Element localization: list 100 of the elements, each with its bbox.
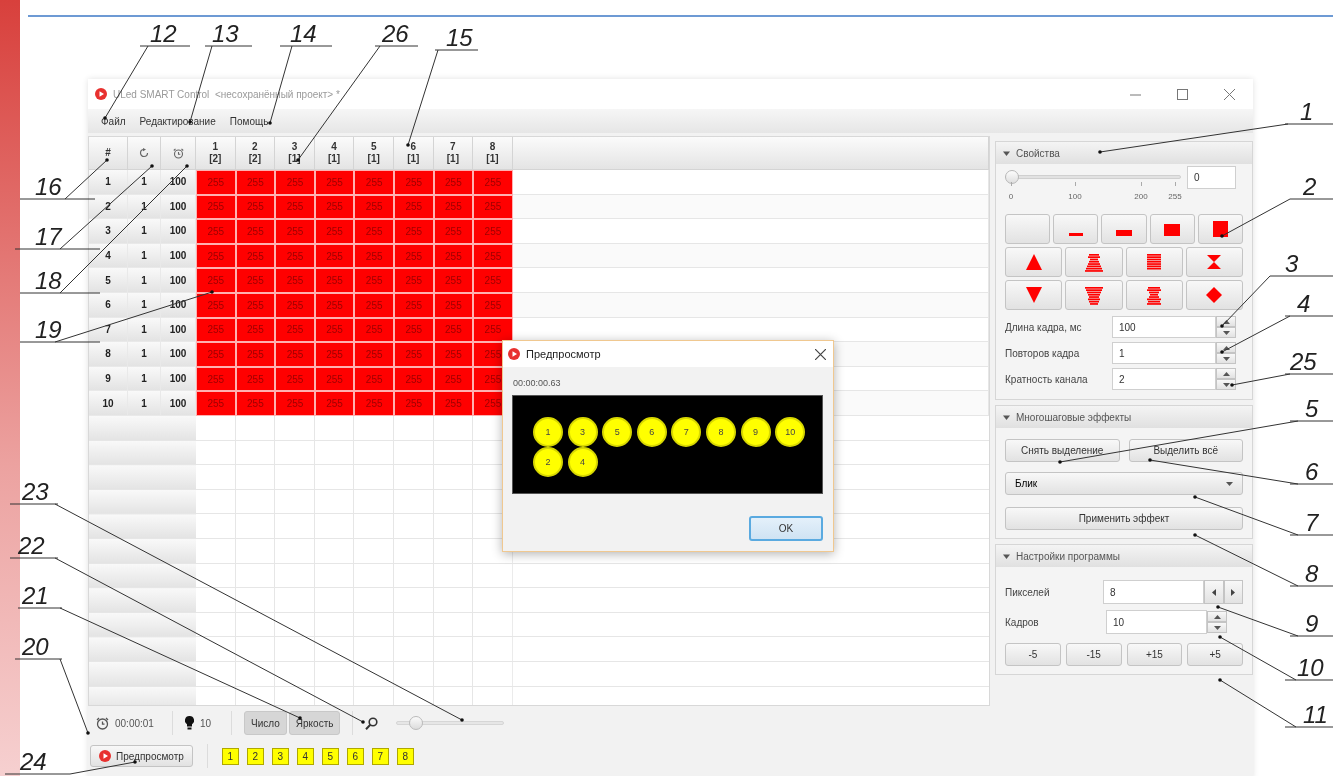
led-cell[interactable]: 255 xyxy=(433,170,474,195)
led-cell[interactable]: 255 xyxy=(354,219,394,244)
led-cell[interactable]: 255 xyxy=(275,243,315,269)
led-cell[interactable]: 255 xyxy=(275,194,315,220)
led-cell[interactable]: 255 xyxy=(433,219,474,244)
value-field[interactable]: 0 xyxy=(1187,166,1236,189)
led-cell[interactable]: 255 xyxy=(196,170,236,195)
selection-button[interactable]: Снять выделение xyxy=(1005,439,1120,462)
led-cell[interactable]: 255 xyxy=(314,391,355,416)
led-cell[interactable]: 255 xyxy=(196,366,236,392)
number-field[interactable]: 1 xyxy=(1112,342,1216,364)
pattern-button[interactable] xyxy=(1185,247,1243,277)
led-cell[interactable]: 255 xyxy=(314,219,355,244)
pattern-button[interactable] xyxy=(1149,214,1195,244)
led-cell[interactable]: 255 xyxy=(275,292,315,318)
led-cell[interactable]: 255 xyxy=(393,268,434,293)
led-cell[interactable]: 255 xyxy=(196,317,236,343)
slider-thumb[interactable] xyxy=(408,716,423,730)
led-cell[interactable]: 255 xyxy=(196,268,236,293)
led-cell[interactable]: 255 xyxy=(473,219,513,244)
channel-chip[interactable]: 1 xyxy=(221,747,239,765)
led-cell[interactable]: 255 xyxy=(314,268,355,293)
spin-up-button[interactable] xyxy=(1207,611,1227,622)
led-cell[interactable]: 255 xyxy=(314,170,355,195)
selection-button[interactable]: Выделить всё xyxy=(1128,439,1243,462)
channel-header[interactable]: 7 [1] xyxy=(433,137,474,170)
channel-chip[interactable]: 5 xyxy=(321,747,339,765)
led-cell[interactable]: 255 xyxy=(473,194,513,220)
spin-up-button[interactable] xyxy=(1216,368,1236,379)
pattern-button[interactable] xyxy=(1197,214,1243,244)
pattern-button[interactable] xyxy=(1125,247,1183,277)
effect-dropdown[interactable]: Блик xyxy=(1005,472,1243,495)
menu-item[interactable]: Помощь xyxy=(222,115,276,127)
spin-down-button[interactable] xyxy=(1216,379,1236,390)
number-field[interactable]: 100 xyxy=(1112,316,1216,338)
channel-header[interactable]: 3 [1] xyxy=(275,137,315,170)
frame-step-button[interactable]: -15 xyxy=(1065,643,1122,666)
led-cell[interactable]: 255 xyxy=(393,391,434,416)
channel-header[interactable]: 6 [1] xyxy=(393,137,434,170)
increment-button[interactable] xyxy=(1223,580,1243,604)
section-header[interactable]: Настройки программы xyxy=(996,545,1252,567)
led-cell[interactable]: 255 xyxy=(196,292,236,318)
led-cell[interactable]: 255 xyxy=(196,194,236,220)
channel-header[interactable]: 4 [1] xyxy=(314,137,355,170)
number-field[interactable]: 2 xyxy=(1112,368,1216,390)
channel-chip[interactable]: 2 xyxy=(246,747,264,765)
led-cell[interactable]: 255 xyxy=(196,243,236,269)
zoom-slider[interactable] xyxy=(396,716,505,730)
led-cell[interactable]: 255 xyxy=(354,342,394,367)
led-cell[interactable]: 255 xyxy=(473,292,513,318)
led-cell[interactable]: 255 xyxy=(354,317,394,343)
led-cell[interactable]: 255 xyxy=(433,268,474,293)
pattern-button[interactable] xyxy=(1005,280,1063,310)
channel-chip[interactable]: 3 xyxy=(271,747,289,765)
search-icon[interactable] xyxy=(365,716,379,730)
pattern-button[interactable] xyxy=(1065,247,1123,277)
channel-chip[interactable]: 4 xyxy=(296,747,314,765)
led-cell[interactable]: 255 xyxy=(354,194,394,220)
led-cell[interactable]: 255 xyxy=(275,317,315,343)
channel-header[interactable]: 8 [1] xyxy=(473,137,513,170)
led-cell[interactable]: 255 xyxy=(473,243,513,269)
led-cell[interactable]: 255 xyxy=(473,268,513,293)
channel-chip[interactable]: 7 xyxy=(371,747,389,765)
led-cell[interactable]: 255 xyxy=(275,366,315,392)
led-cell[interactable]: 255 xyxy=(433,391,474,416)
number-field[interactable]: 8 xyxy=(1103,580,1205,604)
led-cell[interactable]: 255 xyxy=(393,219,434,244)
brightness-slider[interactable] xyxy=(1005,170,1181,184)
led-cell[interactable]: 255 xyxy=(235,219,276,244)
led-cell[interactable]: 255 xyxy=(354,391,394,416)
led-cell[interactable]: 255 xyxy=(354,170,394,195)
led-cell[interactable]: 255 xyxy=(393,170,434,195)
decrement-button[interactable] xyxy=(1204,580,1224,604)
channel-chip[interactable]: 6 xyxy=(346,747,364,765)
pattern-button[interactable] xyxy=(1185,280,1243,310)
slider-thumb[interactable] xyxy=(1005,170,1019,184)
spin-down-button[interactable] xyxy=(1216,327,1236,338)
led-cell[interactable]: 255 xyxy=(473,170,513,195)
led-cell[interactable]: 255 xyxy=(235,170,276,195)
channel-header[interactable]: 2 [2] xyxy=(235,137,276,170)
led-cell[interactable]: 255 xyxy=(314,342,355,367)
led-cell[interactable]: 255 xyxy=(235,342,276,367)
number-field[interactable]: 10 xyxy=(1106,610,1207,634)
spin-down-button[interactable] xyxy=(1207,622,1227,633)
led-cell[interactable]: 255 xyxy=(354,292,394,318)
pattern-button[interactable] xyxy=(1053,214,1099,244)
channel-header[interactable]: 1 [2] xyxy=(196,137,236,170)
led-cell[interactable]: 255 xyxy=(235,268,276,293)
channel-chip[interactable]: 8 xyxy=(396,747,414,765)
led-cell[interactable]: 255 xyxy=(393,342,434,367)
led-cell[interactable]: 255 xyxy=(433,342,474,367)
led-cell[interactable]: 255 xyxy=(235,391,276,416)
spin-down-button[interactable] xyxy=(1216,353,1236,364)
menu-item[interactable]: Файл xyxy=(94,115,133,127)
view-toggle[interactable]: Число xyxy=(244,711,287,735)
led-cell[interactable]: 255 xyxy=(275,170,315,195)
led-cell[interactable]: 255 xyxy=(354,243,394,269)
led-cell[interactable]: 255 xyxy=(196,342,236,367)
ok-button[interactable]: OK xyxy=(749,516,823,541)
led-cell[interactable]: 255 xyxy=(196,219,236,244)
